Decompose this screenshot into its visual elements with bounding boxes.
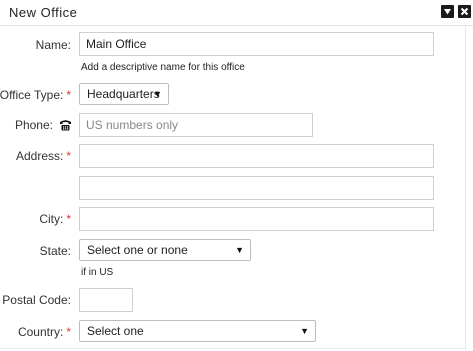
dropdown-caret-icon: ▼ <box>300 326 309 336</box>
address-line1-input[interactable] <box>79 144 434 168</box>
office-type-label-text: Office Type: <box>0 88 64 102</box>
collapse-triangle-icon <box>444 9 451 15</box>
required-mark: * <box>66 88 71 102</box>
postal-code-label: Postal Code: <box>2 293 71 307</box>
required-mark: * <box>66 212 71 226</box>
phone-label-text: Phone: <box>14 118 53 132</box>
city-label: City: * <box>39 212 71 226</box>
country-label-text: Country: <box>17 325 64 339</box>
name-label-text: Name: <box>35 38 71 52</box>
required-mark: * <box>66 325 71 339</box>
city-input[interactable] <box>79 207 434 231</box>
country-label: Country: * <box>18 325 71 339</box>
close-button[interactable] <box>458 5 471 18</box>
office-type-label: Office Type: * <box>0 88 71 102</box>
state-select[interactable]: Select one or none ▼ <box>79 239 251 261</box>
country-selected: Select one <box>87 324 144 338</box>
state-label: State: <box>40 244 71 258</box>
dialog-title: New Office <box>9 5 78 20</box>
dialog-titlebar: New Office <box>0 0 473 26</box>
address-label: Address: * <box>16 149 71 163</box>
phone-label: Phone: <box>15 118 53 132</box>
country-select[interactable]: Select one ▼ <box>79 320 316 342</box>
name-hint: Add a descriptive name for this office <box>81 62 245 73</box>
office-type-select[interactable]: Headquarters ▼ <box>79 83 169 105</box>
postal-code-input[interactable] <box>79 288 133 312</box>
state-selected: Select one or none <box>87 243 188 257</box>
city-label-text: City: <box>39 212 64 226</box>
name-label: Name: <box>36 38 71 52</box>
dropdown-caret-icon: ▼ <box>153 89 162 99</box>
collapse-button[interactable] <box>441 5 454 18</box>
postal-code-label-text: Postal Code: <box>2 293 71 307</box>
telephone-icon <box>60 120 71 131</box>
office-type-selected: Headquarters <box>87 87 160 101</box>
name-input[interactable] <box>79 32 434 56</box>
address-line2-input[interactable] <box>79 176 434 200</box>
address-label-text: Address: <box>15 149 64 163</box>
phone-input[interactable] <box>79 113 313 137</box>
close-x-icon <box>460 7 469 16</box>
dropdown-caret-icon: ▼ <box>235 245 244 255</box>
required-mark: * <box>66 149 71 163</box>
state-hint: if in US <box>81 267 114 278</box>
state-label-text: State: <box>39 244 71 258</box>
